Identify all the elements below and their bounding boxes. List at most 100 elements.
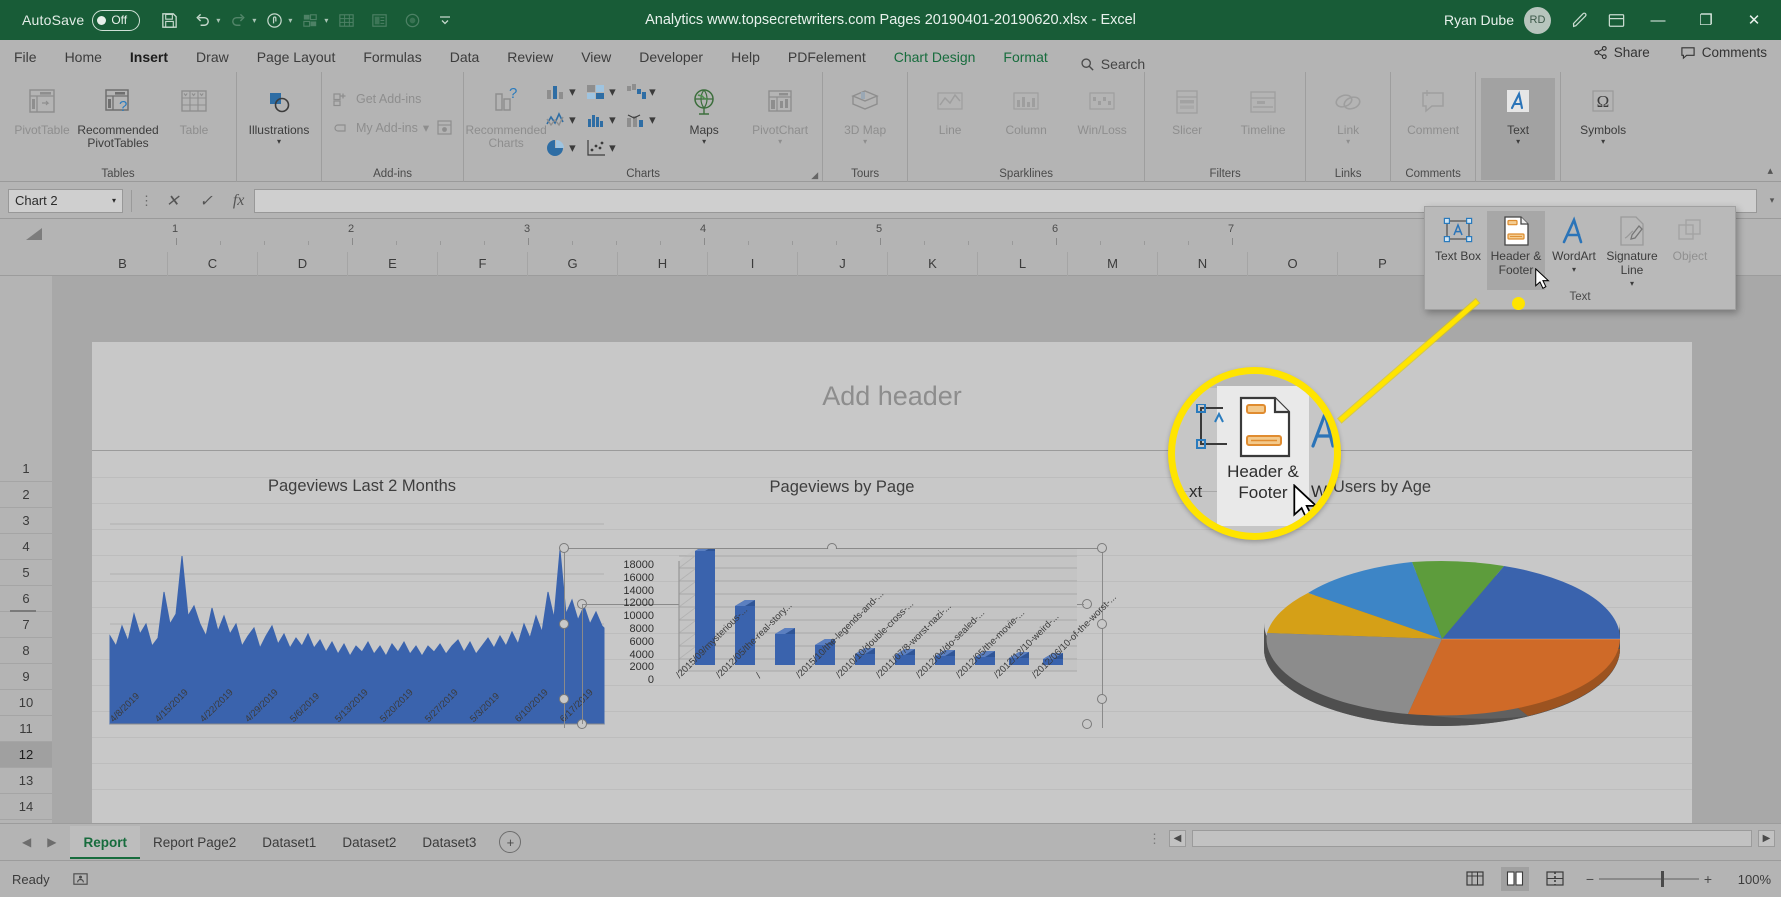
recommended-charts-button[interactable]: ? Recommended Charts xyxy=(465,78,546,155)
get-addins-button[interactable]: Get Add-ins xyxy=(327,85,425,112)
page-header-zone[interactable]: Add header xyxy=(92,342,1692,450)
tab-view[interactable]: View xyxy=(567,42,625,72)
column-header-C[interactable]: C xyxy=(168,252,258,276)
comments-button[interactable]: Comments xyxy=(1672,42,1775,63)
sparkline-line-button[interactable]: Line xyxy=(913,78,987,141)
enter-icon[interactable]: ✓ xyxy=(199,191,212,211)
record-macro-icon[interactable] xyxy=(397,6,427,34)
sort-caret[interactable]: ▾ xyxy=(324,16,328,25)
symbols-caret[interactable]: ▾ xyxy=(1601,138,1605,146)
pivotchart-button[interactable]: PivotChart ▾ xyxy=(743,78,817,149)
share-button[interactable]: Share xyxy=(1585,42,1658,63)
tab-data[interactable]: Data xyxy=(436,42,494,72)
column-header-L[interactable]: L xyxy=(978,252,1068,276)
chevron-down-icon[interactable]: ▾ xyxy=(277,138,281,146)
column-header-J[interactable]: J xyxy=(798,252,888,276)
row-header-4[interactable]: 4 xyxy=(0,534,52,560)
zoom-slider[interactable]: − + xyxy=(1581,871,1717,887)
dropdown-item-wordart[interactable]: WordArt ▾ xyxy=(1545,211,1603,290)
text-button[interactable]: Text ▾ xyxy=(1481,78,1556,180)
tab-format[interactable]: Format xyxy=(989,42,1061,72)
timeline-button[interactable]: Timeline xyxy=(1226,78,1300,141)
sheet-tab-report-page2[interactable]: Report Page2 xyxy=(140,826,249,859)
search-box[interactable]: Search xyxy=(1080,56,1145,72)
maps-button[interactable]: Maps ▾ xyxy=(667,78,741,149)
row-header-12[interactable]: 12 xyxy=(0,742,52,768)
form-icon[interactable] xyxy=(364,6,394,34)
add-header-placeholder[interactable]: Add header xyxy=(822,381,962,412)
maps-caret[interactable]: ▾ xyxy=(702,138,706,146)
row-header-3[interactable]: 3 xyxy=(0,508,52,534)
row-header-5[interactable]: 5 xyxy=(0,560,52,586)
column-header-E[interactable]: E xyxy=(348,252,438,276)
sheet-nav-next-icon[interactable]: ▶ xyxy=(47,835,56,849)
autosave-control[interactable]: AutoSave Off xyxy=(22,9,141,31)
tab-developer[interactable]: Developer xyxy=(625,42,717,72)
link-caret[interactable]: ▾ xyxy=(1346,138,1350,146)
avatar[interactable]: RD xyxy=(1524,6,1551,34)
text-caret[interactable]: ▾ xyxy=(1516,138,1520,146)
waterfall-chart-icon[interactable]: ▾ xyxy=(625,82,665,102)
tab-page-layout[interactable]: Page Layout xyxy=(243,42,350,72)
table-button[interactable]: Table xyxy=(157,78,231,141)
tab-insert[interactable]: Insert xyxy=(116,42,182,72)
chart2-handle-mid-left[interactable] xyxy=(559,619,569,629)
sheet-tab-dataset1[interactable]: Dataset1 xyxy=(249,826,329,859)
accessibility-icon[interactable] xyxy=(72,871,89,888)
normal-view-button[interactable] xyxy=(1461,867,1489,891)
expand-formula-bar-icon[interactable]: ▾ xyxy=(1763,195,1781,206)
tab-review[interactable]: Review xyxy=(493,42,567,72)
tab-home[interactable]: Home xyxy=(51,42,116,72)
tab-chart-design[interactable]: Chart Design xyxy=(880,42,990,72)
illustrations-button[interactable]: Illustrations ▾ xyxy=(242,78,316,149)
chart2-handle-mid-right[interactable] xyxy=(1097,619,1107,629)
chart2-handle-top-right[interactable] xyxy=(1097,543,1107,553)
page-body[interactable]: Pageviews Last 2 Months 4/8/2019 4/15/20… xyxy=(92,451,1692,823)
addins-store-icon[interactable] xyxy=(434,118,454,138)
column-chart-icon[interactable]: ▾ xyxy=(545,82,585,102)
column-header-F[interactable]: F xyxy=(438,252,528,276)
zoom-out-button[interactable]: − xyxy=(1581,871,1599,887)
row-header-7[interactable]: 7 xyxy=(0,612,52,638)
chart-pageviews-by-page[interactable]: Pageviews by Page 18000 16000 14000 1200… xyxy=(559,451,1122,791)
tab-formulas[interactable]: Formulas xyxy=(349,42,435,72)
customize-quick-access-toolbar-icon[interactable] xyxy=(430,6,460,34)
pivot-table-button[interactable]: PivotTable xyxy=(5,78,79,141)
column-header-H[interactable]: H xyxy=(618,252,708,276)
hierarchy-chart-icon[interactable]: ▾ xyxy=(585,82,625,102)
collapse-ribbon-icon[interactable]: ▴ xyxy=(1767,164,1773,177)
wordart-caret[interactable]: ▾ xyxy=(1572,265,1576,273)
comment-button[interactable]: Comment xyxy=(1396,78,1470,141)
column-header-K[interactable]: K xyxy=(888,252,978,276)
touch-mode-caret[interactable]: ▾ xyxy=(288,16,292,25)
column-header-O[interactable]: O xyxy=(1248,252,1338,276)
name-box[interactable]: Chart 2 ▾ xyxy=(8,188,123,213)
row-header-1[interactable]: 1 xyxy=(0,456,52,482)
restore-button[interactable]: ❐ xyxy=(1683,0,1729,40)
hscroll-right-arrow-icon[interactable]: ▶ xyxy=(1758,830,1775,847)
tab-file[interactable]: File xyxy=(0,42,51,72)
undo-icon[interactable] xyxy=(187,6,217,34)
magnified-text-box-fragment[interactable]: xt xyxy=(1175,394,1227,524)
recommended-pivottables-button[interactable]: ? Recommended PivotTables xyxy=(77,78,159,155)
zoom-in-button[interactable]: + xyxy=(1699,871,1717,887)
column-header-N[interactable]: N xyxy=(1158,252,1248,276)
row-header-10[interactable]: 10 xyxy=(0,690,52,716)
zoom-level-label[interactable]: 100% xyxy=(1729,872,1771,887)
worksheet-area[interactable]: 1 2 3 4 5 6 7 8 9 10 11 12 13 14 Add hea… xyxy=(0,276,1781,823)
touch-mode-icon[interactable] xyxy=(259,6,289,34)
3d-map-button[interactable]: 3D Map ▾ xyxy=(828,78,902,149)
row-header-6[interactable]: 6 xyxy=(0,586,52,612)
tab-draw[interactable]: Draw xyxy=(182,42,243,72)
minimize-button[interactable]: — xyxy=(1635,0,1681,40)
my-addins-caret[interactable]: ▾ xyxy=(423,120,429,135)
sheet-nav-previous-icon[interactable]: ◀ xyxy=(22,835,31,849)
scroll-split-handle[interactable]: ⋮ xyxy=(1148,831,1163,847)
sparkline-winloss-button[interactable]: Win/Loss xyxy=(1065,78,1139,141)
signature-line-caret[interactable]: ▾ xyxy=(1630,279,1634,287)
pie-chart-icon[interactable]: ▾ xyxy=(545,138,585,158)
row-header-11[interactable]: 11 xyxy=(0,716,52,742)
link-button[interactable]: Link ▾ xyxy=(1311,78,1385,149)
formula-bar-handle[interactable]: ⋮ xyxy=(140,193,154,209)
dropdown-item-object[interactable]: Object xyxy=(1661,211,1719,290)
